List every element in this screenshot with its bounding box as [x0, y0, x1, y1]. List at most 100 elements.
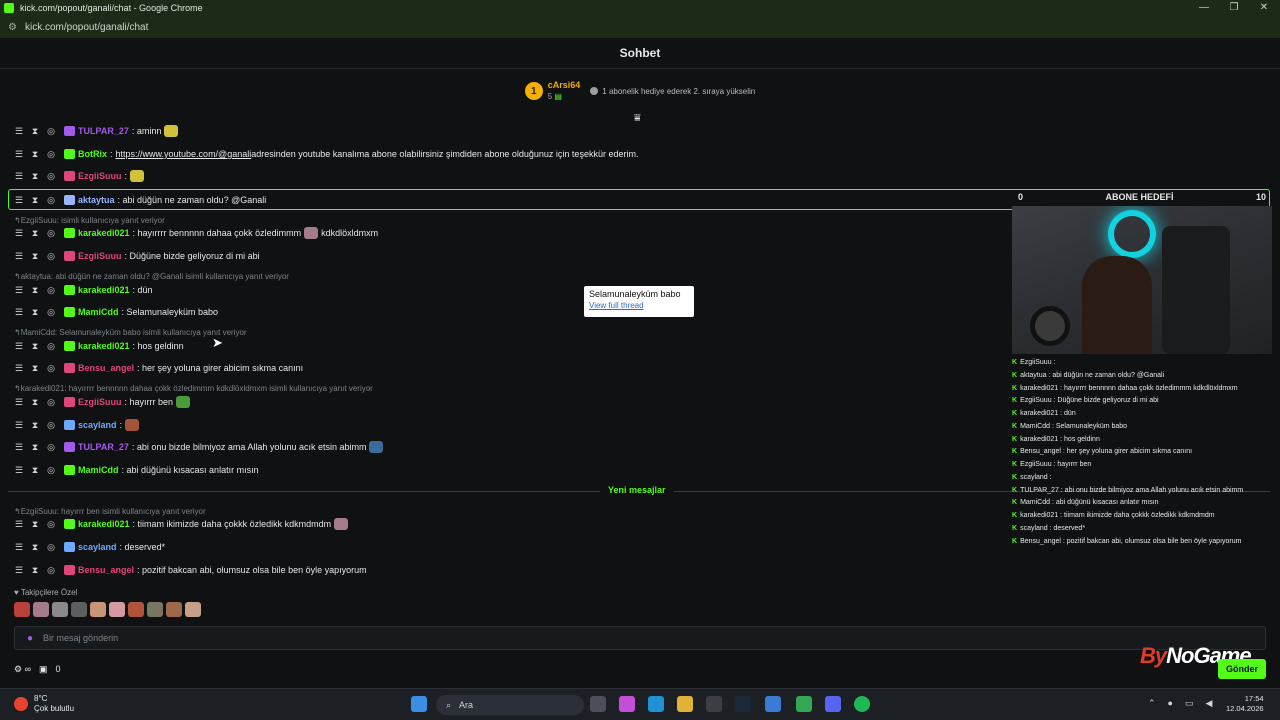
timeout-icon[interactable]: ⧗ [30, 171, 40, 182]
ban-icon[interactable]: ◎ [46, 251, 56, 262]
gift-box-icon[interactable]: ▣ [39, 664, 48, 675]
emote-icon[interactable] [128, 602, 144, 617]
scroll-down-icon[interactable]: ⩸ [634, 112, 641, 125]
delete-icon[interactable]: ☰ [14, 149, 24, 160]
delete-icon[interactable]: ☰ [14, 195, 24, 206]
ban-icon[interactable]: ◎ [46, 149, 56, 160]
chat-username[interactable]: TULPAR_27 [78, 126, 129, 136]
emote-icon[interactable] [90, 602, 106, 617]
timeout-icon[interactable]: ⧗ [30, 195, 40, 206]
send-button[interactable]: Gönder [1218, 659, 1266, 679]
delete-icon[interactable]: ☰ [14, 251, 24, 262]
delete-icon[interactable]: ☰ [14, 442, 24, 453]
timeout-icon[interactable]: ⧗ [30, 307, 40, 318]
delete-icon[interactable]: ☰ [14, 565, 24, 576]
steam-icon[interactable] [735, 696, 751, 712]
chat-username[interactable]: Bensu_angel [78, 363, 134, 373]
chat-username[interactable]: EzgiiSuuu [78, 397, 122, 407]
delete-icon[interactable]: ☰ [14, 519, 24, 530]
ban-icon[interactable]: ◎ [46, 542, 56, 553]
chat-username[interactable]: karakedi021 [78, 519, 130, 529]
timeout-icon[interactable]: ⧗ [30, 228, 40, 239]
ban-icon[interactable]: ◎ [46, 565, 56, 576]
mic-icon[interactable]: ● [1168, 698, 1173, 709]
timeout-icon[interactable]: ⧗ [30, 251, 40, 262]
timeout-icon[interactable]: ⧗ [30, 442, 40, 453]
delete-icon[interactable]: ☰ [14, 228, 24, 239]
restore-icon[interactable]: ❐ [1218, 0, 1250, 16]
emote-icon[interactable] [185, 602, 201, 617]
timeout-icon[interactable]: ⧗ [30, 285, 40, 296]
emote-icon[interactable] [166, 602, 182, 617]
delete-icon[interactable]: ☰ [14, 307, 24, 318]
microphone-icon[interactable]: ● [27, 633, 33, 644]
delete-icon[interactable]: ☰ [14, 397, 24, 408]
chat-username[interactable]: karakedi021 [78, 285, 130, 295]
chat-link[interactable]: https://www.youtube.com/@ganali [116, 149, 252, 159]
chrome-icon[interactable] [796, 696, 812, 712]
ban-icon[interactable]: ◎ [46, 126, 56, 137]
address-bar[interactable]: ⚙ kick.com/popout/ganali/chat [0, 16, 1280, 38]
chat-username[interactable]: aktaytua [78, 195, 115, 205]
network-icon[interactable]: ▭ [1185, 698, 1194, 709]
file-explorer-icon[interactable] [677, 696, 693, 712]
timeout-icon[interactable]: ⧗ [30, 126, 40, 137]
ban-icon[interactable]: ◎ [46, 228, 56, 239]
copilot-icon[interactable] [619, 696, 635, 712]
site-settings-icon[interactable]: ⚙ [8, 22, 17, 33]
delete-icon[interactable]: ☰ [14, 542, 24, 553]
leader-user[interactable]: cArsi64 [548, 80, 581, 91]
emote-icon[interactable] [14, 602, 30, 617]
delete-icon[interactable]: ☰ [14, 363, 24, 374]
ban-icon[interactable]: ◎ [46, 307, 56, 318]
ban-icon[interactable]: ◎ [46, 341, 56, 352]
timeout-icon[interactable]: ⧗ [30, 420, 40, 431]
delete-icon[interactable]: ☰ [14, 126, 24, 137]
minimize-icon[interactable]: — [1188, 0, 1220, 16]
clock[interactable]: 17:54 12.04.2026 [1226, 694, 1264, 714]
timeout-icon[interactable]: ⧗ [30, 519, 40, 530]
timeout-icon[interactable]: ⧗ [30, 397, 40, 408]
ban-icon[interactable]: ◎ [46, 397, 56, 408]
chat-input[interactable]: ● Bir mesaj gönderin [14, 626, 1266, 650]
emote-icon[interactable] [52, 602, 68, 617]
chat-username[interactable]: EzgiiSuuu [78, 251, 122, 261]
settings-icon[interactable]: ⚙ ∞ [14, 664, 31, 675]
discord-icon[interactable] [825, 696, 841, 712]
chat-username[interactable]: scayland [78, 542, 117, 552]
chat-username[interactable]: MamiCdd [78, 465, 119, 475]
timeout-icon[interactable]: ⧗ [30, 542, 40, 553]
chevron-up-icon[interactable]: ⌃ [1148, 698, 1156, 709]
ban-icon[interactable]: ◎ [46, 363, 56, 374]
weather-widget[interactable]: 8°C Çok bulutlu [14, 694, 74, 714]
delete-icon[interactable]: ☰ [14, 285, 24, 296]
emote-icon[interactable] [147, 602, 163, 617]
store-icon[interactable] [706, 696, 722, 712]
delete-icon[interactable]: ☰ [14, 465, 24, 476]
ban-icon[interactable]: ◎ [46, 285, 56, 296]
chat-username[interactable]: TULPAR_27 [78, 442, 129, 452]
chat-username[interactable]: EzgiiSuuu [78, 171, 122, 181]
spotify-icon[interactable] [854, 696, 870, 712]
chat-username[interactable]: karakedi021 [78, 228, 130, 238]
timeout-icon[interactable]: ⧗ [30, 465, 40, 476]
ban-icon[interactable]: ◎ [46, 519, 56, 530]
app-icon[interactable] [765, 696, 781, 712]
chat-username[interactable]: Bensu_angel [78, 565, 134, 575]
system-tray[interactable]: ⌃ ● ▭ ◀ [1148, 698, 1212, 709]
timeout-icon[interactable]: ⧗ [30, 565, 40, 576]
taskbar-search[interactable]: ⌕ Ara [436, 695, 584, 715]
emote-icon[interactable] [109, 602, 125, 617]
delete-icon[interactable]: ☰ [14, 171, 24, 182]
volume-icon[interactable]: ◀ [1206, 698, 1213, 709]
start-icon[interactable] [411, 696, 427, 712]
edge-icon[interactable] [648, 696, 664, 712]
chat-username[interactable]: MamiCdd [78, 307, 119, 317]
timeout-icon[interactable]: ⧗ [30, 149, 40, 160]
timeout-icon[interactable]: ⧗ [30, 363, 40, 374]
emote-icon[interactable] [33, 602, 49, 617]
emote-icon[interactable] [71, 602, 87, 617]
chat-username[interactable]: karakedi021 [78, 341, 130, 351]
delete-icon[interactable]: ☰ [14, 420, 24, 431]
close-icon[interactable]: ✕ [1248, 0, 1280, 16]
